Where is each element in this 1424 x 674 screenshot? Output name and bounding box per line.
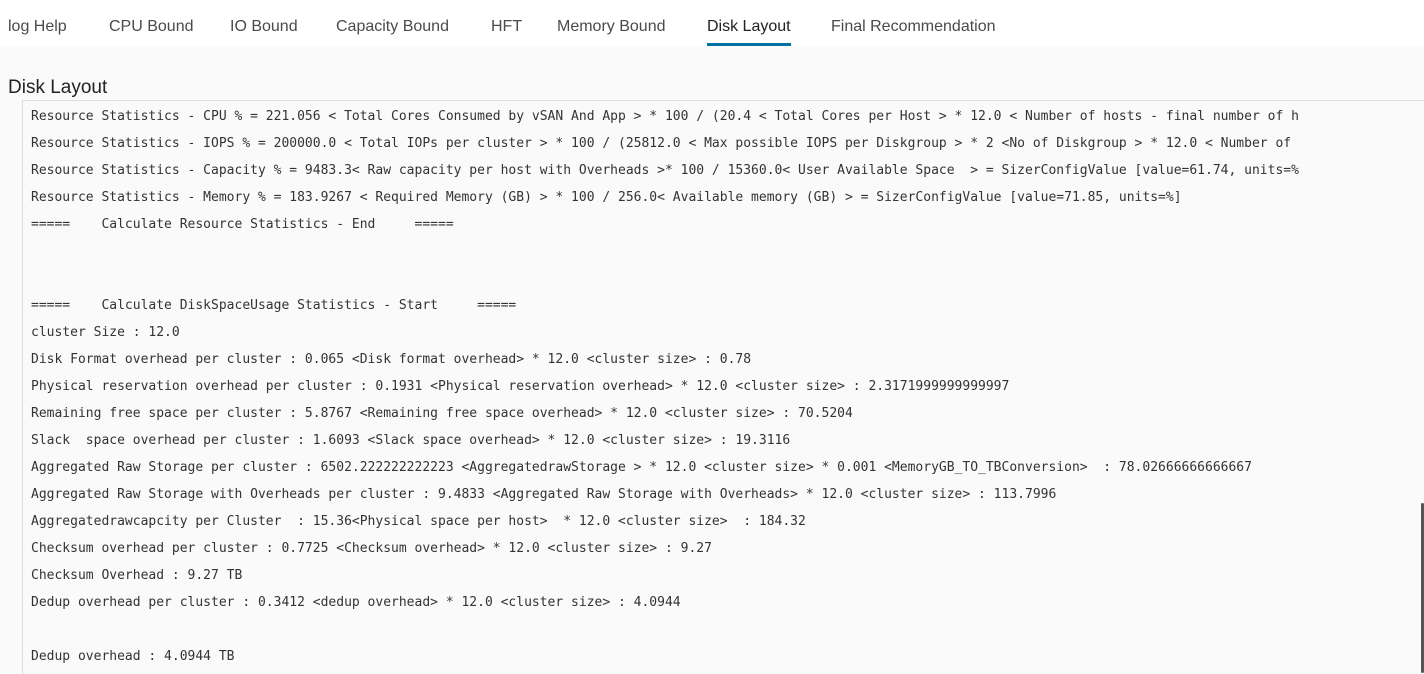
tab-log-help[interactable]: log Help — [8, 0, 67, 46]
log-line — [31, 265, 1299, 292]
tab-memory-bound[interactable]: Memory Bound — [557, 0, 666, 46]
log-line: Aggregated Raw Storage with Overheads pe… — [31, 487, 1057, 502]
log-line: Resource Statistics - CPU % = 221.056 < … — [31, 109, 1299, 124]
log-line — [31, 238, 1299, 265]
log-line: Checksum Overhead : 9.27 TB — [31, 568, 243, 583]
log-line: Dedup overhead : 4.0944 TB — [31, 649, 235, 664]
log-lines: Resource Statistics - CPU % = 221.056 < … — [31, 103, 1299, 670]
tab-final-recommendation[interactable]: Final Recommendation — [831, 0, 996, 46]
log-line: cluster Size : 12.0 — [31, 325, 180, 340]
log-line: Aggregated Raw Storage per cluster : 650… — [31, 460, 1252, 475]
tab-hft[interactable]: HFT — [491, 0, 522, 46]
tab-content: Disk Layout Resource Statistics - CPU % … — [0, 46, 1424, 674]
log-line: Physical reservation overhead per cluste… — [31, 379, 1010, 394]
log-line: Checksum overhead per cluster : 0.7725 <… — [31, 541, 712, 556]
log-line: Resource Statistics - Capacity % = 9483.… — [31, 163, 1299, 178]
log-line: ===== Calculate DiskSpaceUsage Statistic… — [31, 298, 517, 313]
tab-bar: log Help CPU Bound IO Bound Capacity Bou… — [0, 0, 1424, 46]
log-line: Slack space overhead per cluster : 1.609… — [31, 433, 791, 448]
log-line: Resource Statistics - Memory % = 183.926… — [31, 190, 1182, 205]
log-line: Dedup overhead per cluster : 0.3412 <ded… — [31, 595, 681, 610]
log-line: Resource Statistics - IOPS % = 200000.0 … — [31, 136, 1292, 151]
log-output[interactable]: Resource Statistics - CPU % = 221.056 < … — [22, 100, 1424, 674]
tab-disk-layout[interactable]: Disk Layout — [707, 0, 791, 46]
log-line — [31, 616, 1299, 643]
page-title: Disk Layout — [8, 77, 108, 98]
tab-cpu-bound[interactable]: CPU Bound — [109, 0, 194, 46]
tab-io-bound[interactable]: IO Bound — [230, 0, 298, 46]
log-line: ===== Calculate Resource Statistics - En… — [31, 217, 454, 232]
log-line: Disk Format overhead per cluster : 0.065… — [31, 352, 752, 367]
tab-capacity-bound[interactable]: Capacity Bound — [336, 0, 449, 46]
log-line: Aggregatedrawcapcity per Cluster : 15.36… — [31, 514, 806, 529]
log-line: Remaining free space per cluster : 5.876… — [31, 406, 853, 421]
